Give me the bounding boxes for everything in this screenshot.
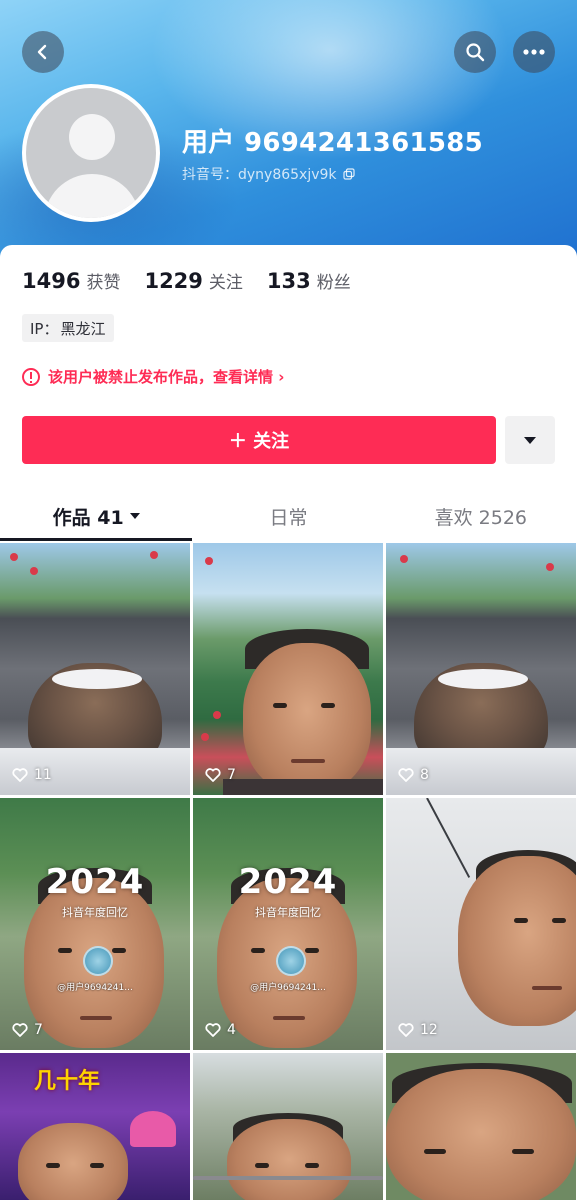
profile-stats: 1496 获赞 1229 关注 133 粉丝 — [22, 268, 351, 293]
followers-count: 133 — [266, 269, 311, 293]
like-count: 7 — [12, 1022, 43, 1038]
username: 用户 9694241361585 — [182, 128, 484, 158]
heart-icon — [12, 1023, 28, 1037]
recap-year: 2024 — [45, 862, 145, 902]
recommend-dropdown-button[interactable] — [505, 416, 555, 464]
home-indicator — [193, 1176, 383, 1180]
followers-stat[interactable]: 133 粉丝 — [267, 268, 351, 293]
watermark-avatar — [276, 946, 306, 976]
ip-label: IP： — [30, 319, 59, 338]
tab-daily[interactable]: 日常 — [192, 490, 384, 542]
lotus-image — [130, 1111, 176, 1147]
recap-subtitle: 抖音年度回忆 — [255, 906, 321, 919]
watermark-text: @用户9694241... — [250, 983, 326, 993]
default-avatar-icon — [26, 88, 156, 218]
back-button[interactable] — [22, 31, 64, 73]
like-count: 11 — [12, 767, 52, 783]
content-tabs: 作品 41 日常 喜欢 2526 — [0, 490, 577, 542]
recap-subtitle: 抖音年度回忆 — [62, 906, 128, 919]
like-count: 12 — [398, 1022, 438, 1038]
likes-count: 1496 — [22, 269, 81, 293]
douyin-id-text: 抖音号：dyny865xjv9k — [182, 167, 337, 183]
copy-icon[interactable] — [342, 168, 355, 180]
overlay-title: 几十年 — [34, 1069, 101, 1094]
profile-header: 用户 9694241361585 抖音号：dyny865xjv9k — [0, 0, 577, 270]
more-icon — [523, 49, 545, 55]
following-count: 1229 — [144, 269, 203, 293]
ip-location-tag: IP： 黑龙江 — [22, 314, 114, 342]
follow-button-label: ＋ 关注 — [228, 431, 290, 452]
tab-works-label: 作品 41 — [52, 506, 124, 529]
back-arrow-icon — [37, 44, 47, 60]
video-thumbnail[interactable]: 2024 抖音年度回忆 @用户9694241... 4 — [193, 798, 383, 1050]
heart-icon — [12, 768, 28, 782]
like-count-value: 7 — [227, 767, 236, 783]
tab-indicator — [0, 538, 192, 541]
follow-button[interactable]: ＋ 关注 — [22, 416, 496, 464]
followers-label: 粉丝 — [316, 273, 351, 293]
heart-icon — [398, 768, 414, 782]
video-thumbnail[interactable] — [386, 1053, 576, 1200]
heart-icon — [398, 1023, 414, 1037]
following-label: 关注 — [208, 273, 243, 293]
likes-label: 获赞 — [86, 273, 121, 293]
tab-likes[interactable]: 喜欢 2526 — [385, 490, 577, 542]
like-count-value: 4 — [227, 1022, 236, 1038]
like-count-value: 11 — [34, 767, 52, 783]
like-count: 4 — [205, 1022, 236, 1038]
watermark-text: @用户9694241... — [57, 983, 133, 993]
warning-icon — [22, 367, 40, 386]
chevron-down-icon — [524, 436, 536, 444]
heart-icon — [205, 768, 221, 782]
video-thumbnail[interactable]: 8 — [386, 543, 576, 795]
more-button[interactable] — [513, 31, 555, 73]
video-thumbnail[interactable]: 2024 抖音年度回忆 @用户9694241... 7 — [0, 798, 190, 1050]
like-count-value: 7 — [34, 1022, 43, 1038]
watermark-avatar — [83, 946, 113, 976]
video-thumbnail[interactable]: 12 — [386, 798, 576, 1050]
video-thumbnail[interactable]: 几十年 — [0, 1053, 190, 1200]
ip-region: 黑龙江 — [60, 319, 106, 338]
ban-warning-text: 该用户被禁止发布作品，查看详情 › — [48, 368, 285, 386]
like-count: 7 — [205, 767, 236, 783]
video-grid: 11 7 8 2024 抖音年度回忆 @用户9694241... 7 2024 … — [0, 543, 577, 1200]
like-count-value: 12 — [420, 1022, 438, 1038]
heart-icon — [205, 1023, 221, 1037]
search-button[interactable] — [454, 31, 496, 73]
douyin-id[interactable]: 抖音号：dyny865xjv9k — [182, 164, 355, 184]
video-thumbnail[interactable]: 11 — [0, 543, 190, 795]
ban-warning-link[interactable]: 该用户被禁止发布作品，查看详情 › — [22, 366, 284, 387]
video-thumbnail[interactable]: 7 — [193, 543, 383, 795]
tab-works[interactable]: 作品 41 — [0, 490, 192, 542]
like-count-value: 8 — [420, 767, 429, 783]
search-icon — [466, 43, 485, 62]
likes-stat[interactable]: 1496 获赞 — [22, 268, 120, 293]
chevron-down-icon — [129, 513, 140, 519]
tab-daily-label: 日常 — [269, 506, 308, 529]
following-stat[interactable]: 1229 关注 — [144, 268, 242, 293]
avatar[interactable] — [22, 84, 160, 222]
recap-year: 2024 — [238, 862, 338, 902]
tab-likes-label: 喜欢 2526 — [434, 506, 528, 529]
like-count: 8 — [398, 767, 429, 783]
